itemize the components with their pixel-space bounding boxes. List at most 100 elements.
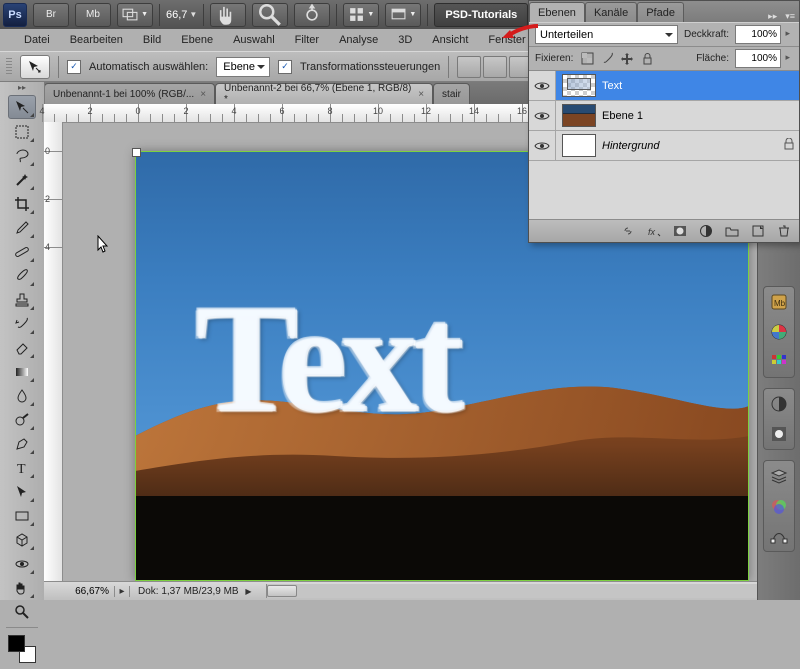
color-panel-icon[interactable] xyxy=(768,321,790,343)
minibridge-button[interactable]: Mb xyxy=(75,3,111,27)
layers-empty-area[interactable] xyxy=(529,161,799,220)
auto-select-target-select[interactable]: Ebene xyxy=(216,57,270,77)
dodge-tool[interactable] xyxy=(9,409,35,431)
palette-collapse[interactable]: ▸▸ xyxy=(0,82,44,92)
blend-mode-select[interactable]: Unterteilen xyxy=(535,25,678,44)
tab-kanaele[interactable]: Kanäle xyxy=(585,2,637,22)
lock-position-button[interactable] xyxy=(619,51,635,67)
menu-auswahl[interactable]: Auswahl xyxy=(225,32,283,48)
opacity-input[interactable]: 100% xyxy=(735,25,781,44)
status-menu-left[interactable]: ▸ xyxy=(115,586,130,597)
menu-bearbeiten[interactable]: Bearbeiten xyxy=(62,32,131,48)
stamp-tool[interactable] xyxy=(9,289,35,311)
tab-pfade[interactable]: Pfade xyxy=(637,2,684,22)
visibility-toggle[interactable] xyxy=(529,131,556,160)
move-tool[interactable] xyxy=(8,95,36,119)
layer-row[interactable]: Ebene 1 xyxy=(529,101,799,131)
transform-handle[interactable] xyxy=(132,148,141,157)
layer-thumbnail[interactable] xyxy=(562,104,596,127)
blur-tool[interactable] xyxy=(9,385,35,407)
align-top-button[interactable] xyxy=(457,56,481,78)
eraser-tool[interactable] xyxy=(9,337,35,359)
document-tab[interactable]: Unbenannt-1 bei 100% (RGB/... × xyxy=(44,83,215,104)
paths-panel-icon[interactable] xyxy=(768,525,790,547)
layer-mask-button[interactable] xyxy=(671,223,689,239)
close-icon[interactable]: × xyxy=(200,89,206,100)
scrollbar-thumb[interactable] xyxy=(267,585,297,597)
eyedropper-tool[interactable] xyxy=(9,217,35,239)
lock-transparency-button[interactable] xyxy=(579,51,595,67)
menu-datei[interactable]: Datei xyxy=(16,32,58,48)
menu-bild[interactable]: Bild xyxy=(135,32,169,48)
layer-row[interactable]: Text xyxy=(529,71,799,101)
menu-ansicht[interactable]: Ansicht xyxy=(424,32,476,48)
shape-tool[interactable] xyxy=(9,505,35,527)
history-brush-tool[interactable] xyxy=(9,313,35,335)
rotate-view-button[interactable] xyxy=(294,3,330,27)
hand-tool-button[interactable] xyxy=(210,3,246,27)
horizontal-scrollbar[interactable] xyxy=(266,584,758,598)
crop-tool[interactable] xyxy=(9,193,35,215)
zoom-tool[interactable] xyxy=(9,601,35,623)
vertical-ruler[interactable]: 024 xyxy=(44,122,63,582)
close-icon[interactable]: × xyxy=(418,89,424,100)
layer-name[interactable]: Ebene 1 xyxy=(602,110,799,122)
channels-panel-icon[interactable] xyxy=(768,495,790,517)
foreground-color[interactable] xyxy=(8,635,25,652)
document-tab[interactable]: stair xyxy=(433,83,470,104)
tab-ebenen[interactable]: Ebenen xyxy=(529,2,585,22)
align-vcenter-button[interactable] xyxy=(483,56,507,78)
bridge-button[interactable]: Br xyxy=(33,3,69,27)
zoom-level[interactable]: 66,7 ▼ xyxy=(166,9,197,21)
layer-name[interactable]: Hintergrund xyxy=(602,140,779,152)
menu-filter[interactable]: Filter xyxy=(287,32,327,48)
grip[interactable] xyxy=(6,58,12,76)
type-tool[interactable]: T xyxy=(9,457,35,479)
foreground-background-colors[interactable] xyxy=(8,635,36,663)
zoom-tool-button[interactable] xyxy=(252,3,288,27)
3d-tool[interactable] xyxy=(9,529,35,551)
marquee-tool[interactable] xyxy=(9,121,35,143)
auto-select-checkbox[interactable]: ✓ xyxy=(67,60,81,74)
menu-fenster[interactable]: Fenster xyxy=(480,32,533,48)
delete-layer-button[interactable] xyxy=(775,223,793,239)
brush-tool[interactable] xyxy=(9,265,35,287)
group-button[interactable] xyxy=(723,223,741,239)
menu-3d[interactable]: 3D xyxy=(390,32,420,48)
new-layer-button[interactable] xyxy=(749,223,767,239)
wand-tool[interactable] xyxy=(9,169,35,191)
hand-tool[interactable] xyxy=(9,577,35,599)
transform-controls-checkbox[interactable]: ✓ xyxy=(278,60,292,74)
adjustments-panel-icon[interactable] xyxy=(768,393,790,415)
link-layers-button[interactable] xyxy=(619,223,637,239)
layer-row[interactable]: Hintergrund xyxy=(529,131,799,161)
current-tool-indicator[interactable] xyxy=(20,55,50,79)
workspace-button[interactable]: PSD-Tutorials xyxy=(434,3,528,27)
menu-ebene[interactable]: Ebene xyxy=(173,32,221,48)
visibility-toggle[interactable] xyxy=(529,101,556,130)
adjustment-layer-button[interactable] xyxy=(697,223,715,239)
layers-panel-icon[interactable] xyxy=(768,465,790,487)
view-extras-button[interactable]: ▼ xyxy=(117,3,153,27)
layers-panel[interactable]: Ebenen Kanäle Pfade ▸▸ ▾≡ Unterteilen De… xyxy=(528,0,800,243)
panel-menu-icon[interactable]: ▾≡ xyxy=(781,11,799,22)
status-doc-info[interactable]: Dok: 1,37 MB/23,9 MB ▶ xyxy=(130,586,260,597)
lasso-tool[interactable] xyxy=(9,145,35,167)
layer-name[interactable]: Text xyxy=(602,80,799,92)
menu-analyse[interactable]: Analyse xyxy=(331,32,386,48)
healing-tool[interactable] xyxy=(9,241,35,263)
path-select-tool[interactable] xyxy=(9,481,35,503)
masks-panel-icon[interactable] xyxy=(768,423,790,445)
layer-thumbnail[interactable] xyxy=(562,74,596,97)
swatches-panel-icon[interactable] xyxy=(768,351,790,373)
pen-tool[interactable] xyxy=(9,433,35,455)
gradient-tool[interactable] xyxy=(9,361,35,383)
document-tab[interactable]: Unbenannt-2 bei 66,7% (Ebene 1, RGB/8) *… xyxy=(215,83,433,104)
screen-mode-button[interactable]: ▼ xyxy=(385,3,421,27)
status-zoom[interactable]: 66,67% xyxy=(44,586,115,597)
arrange-documents-button[interactable]: ▼ xyxy=(343,3,379,27)
lock-pixels-button[interactable] xyxy=(599,51,615,67)
panel-collapse-icon[interactable]: ▸▸ xyxy=(764,11,781,22)
visibility-toggle[interactable] xyxy=(529,71,556,100)
3d-camera-tool[interactable] xyxy=(9,553,35,575)
